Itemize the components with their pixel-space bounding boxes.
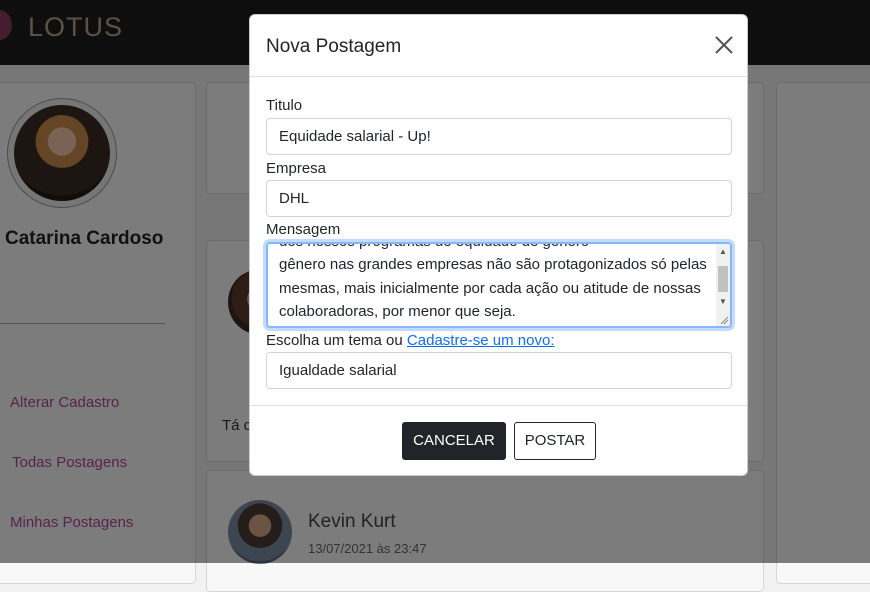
theme-label-text: Escolha um tema ou bbox=[266, 332, 403, 349]
modal-header: Nova Postagem bbox=[250, 15, 747, 77]
mensagem-partial-line: dos nossos programas de equidade de gêne… bbox=[279, 244, 709, 253]
modal-title: Nova Postagem bbox=[266, 36, 402, 57]
empresa-label: Empresa bbox=[266, 160, 327, 177]
scroll-thumb[interactable] bbox=[718, 266, 728, 292]
mensagem-visible-text: gênero nas grandes empresas não são prot… bbox=[279, 256, 707, 320]
empresa-input[interactable]: DHL bbox=[266, 180, 732, 217]
mensagem-text: dos nossos programas de equidade de gêne… bbox=[279, 244, 709, 324]
close-icon[interactable] bbox=[712, 33, 736, 57]
register-theme-link[interactable]: Cadastre-se um novo: bbox=[407, 332, 555, 349]
modal-footer: CANCELAR POSTAR bbox=[250, 405, 747, 475]
post-button[interactable]: POSTAR bbox=[514, 422, 596, 460]
scroll-up-arrow-icon[interactable]: ▲ bbox=[719, 247, 727, 256]
theme-select[interactable]: Igualdade salarial bbox=[266, 352, 732, 389]
mensagem-textarea[interactable]: dos nossos programas de equidade de gêne… bbox=[266, 242, 732, 328]
cancel-button[interactable]: CANCELAR bbox=[402, 422, 506, 460]
resize-grip-icon[interactable] bbox=[719, 315, 729, 325]
textarea-scrollbar[interactable]: ▲ ▼ bbox=[716, 244, 730, 326]
scroll-down-arrow-icon[interactable]: ▼ bbox=[719, 297, 727, 306]
mensagem-label: Mensagem bbox=[266, 221, 341, 238]
titulo-input[interactable]: Equidade salarial - Up! bbox=[266, 118, 732, 155]
theme-label: Escolha um tema ou Cadastre-se um novo: bbox=[266, 332, 555, 349]
titulo-label: Titulo bbox=[266, 97, 303, 114]
new-post-modal: Nova Postagem Titulo Equidade salarial -… bbox=[249, 14, 748, 476]
